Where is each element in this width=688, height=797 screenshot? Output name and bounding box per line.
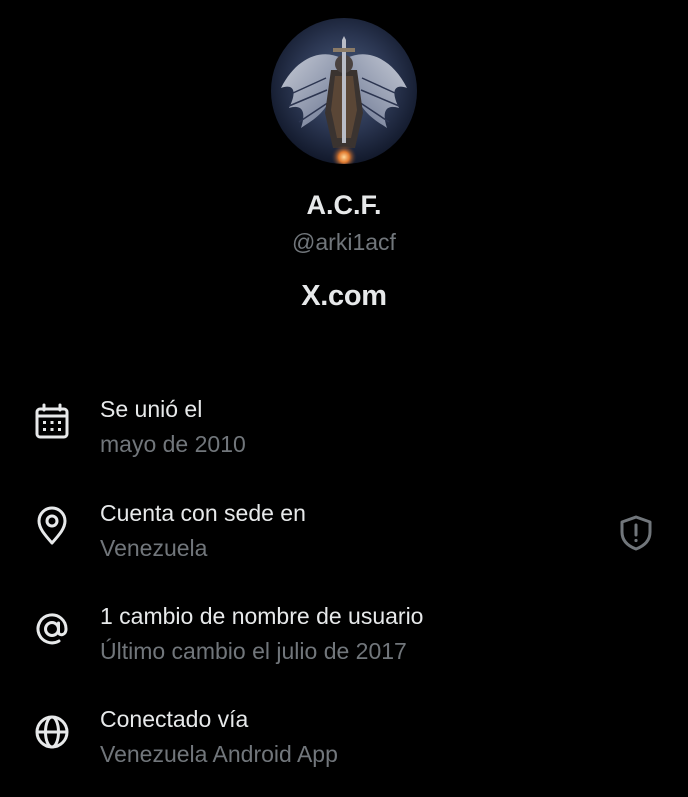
calendar-icon — [32, 402, 72, 442]
detail-subtitle: Venezuela — [100, 535, 208, 561]
detail-connected-via: Conectado vía Venezuela Android App — [0, 706, 688, 786]
detail-title: Se unió el — [100, 396, 203, 422]
detail-location: Cuenta con sede en Venezuela — [0, 500, 688, 580]
location-pin-icon — [32, 506, 72, 546]
detail-title: Conectado vía — [100, 706, 249, 732]
globe-icon — [32, 712, 72, 752]
detail-title: 1 cambio de nombre de usuario — [100, 603, 424, 629]
detail-subtitle: Venezuela Android App — [100, 741, 338, 767]
avatar[interactable] — [271, 18, 417, 164]
shield-alert-icon[interactable] — [617, 514, 655, 552]
detail-title: Cuenta con sede en — [100, 500, 306, 526]
detail-subtitle: mayo de 2010 — [100, 431, 246, 457]
site-label: X.com — [301, 280, 387, 312]
profile-name: A.C.F. — [306, 190, 382, 220]
at-sign-icon — [32, 609, 72, 649]
avatar-image — [281, 36, 407, 164]
detail-joined: Se unió el mayo de 2010 — [0, 396, 688, 476]
detail-username-changes: 1 cambio de nombre de usuario Último cam… — [0, 603, 688, 683]
profile-handle: @arki1acf — [292, 229, 396, 255]
detail-subtitle: Último cambio el julio de 2017 — [100, 638, 407, 664]
